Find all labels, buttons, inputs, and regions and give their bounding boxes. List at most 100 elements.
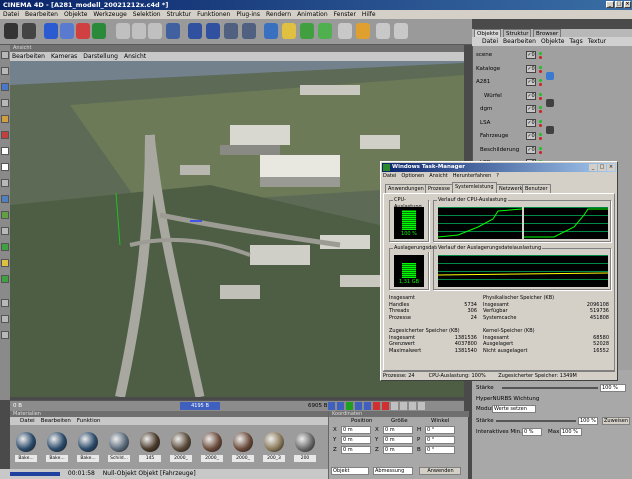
scene-icon[interactable] (338, 23, 352, 39)
tool-workplane-icon[interactable] (1, 243, 9, 251)
timeline[interactable]: 0 B 4195 B 6905 B (10, 400, 464, 411)
tool-edges-icon[interactable] (1, 67, 9, 75)
record-icon[interactable] (373, 402, 380, 410)
visibility-toggle[interactable]: ✓0 (526, 145, 536, 154)
strength-slider[interactable] (502, 387, 598, 389)
deformer-icon[interactable] (318, 23, 332, 39)
minimize-button[interactable]: _ (606, 1, 614, 8)
tool-extra1-icon[interactable] (1, 299, 9, 307)
render-visibility-dot[interactable] (539, 83, 542, 86)
tool-object-icon[interactable] (1, 131, 9, 139)
key-param-icon[interactable] (418, 402, 425, 410)
select-icon[interactable] (44, 23, 58, 39)
editor-visibility-dot[interactable] (539, 52, 542, 55)
menu-item-4[interactable]: Selektion (133, 11, 161, 18)
material-swatch[interactable] (233, 432, 253, 452)
menu-item-8[interactable]: Rendern (266, 11, 291, 18)
tool-model-icon[interactable] (1, 99, 9, 107)
angle-field[interactable]: 0 ° (425, 436, 455, 444)
tab-browser[interactable]: Browser (533, 29, 562, 37)
rotate-icon[interactable] (92, 23, 106, 39)
tm-minimize-button[interactable]: _ (589, 164, 597, 171)
material-swatch[interactable] (295, 432, 315, 452)
play-icon[interactable] (346, 402, 353, 410)
visibility-toggle[interactable]: ✓0 (526, 118, 536, 127)
strength2-slider[interactable] (496, 420, 576, 422)
menu-item-6[interactable]: Funktionen (197, 11, 230, 18)
material-swatch[interactable] (16, 432, 36, 452)
viewport-menu-item-1[interactable]: Kameras (51, 53, 77, 60)
menu-item-1[interactable]: Bearbeiten (25, 11, 58, 18)
texture-tag-icon[interactable] (546, 72, 554, 80)
taskmgr-menu-item-2[interactable]: Ansicht (429, 173, 447, 179)
position-field[interactable]: 0 m (341, 426, 371, 434)
tool-brush-icon[interactable] (1, 259, 9, 267)
help-icon[interactable] (376, 23, 390, 39)
x-axis-icon[interactable] (116, 23, 130, 39)
render-visibility-dot[interactable] (539, 56, 542, 59)
object-row[interactable]: dgm (476, 105, 556, 114)
render-picture-icon[interactable] (206, 23, 220, 39)
coord-mode-select[interactable]: Objekt (331, 467, 369, 475)
texture-tag-icon[interactable] (546, 126, 554, 134)
taskmgr-menu-item-3[interactable]: Herunterfahren (453, 173, 492, 179)
objects-menu-item-1[interactable]: Bearbeiten (503, 38, 536, 45)
material-swatch[interactable] (171, 432, 191, 452)
menu-item-10[interactable]: Fenster (334, 11, 356, 18)
menu-item-0[interactable]: Datei (3, 11, 19, 18)
object-row[interactable]: LSA (476, 119, 556, 128)
object-row[interactable]: Würfel (476, 92, 556, 101)
material-swatch[interactable] (202, 432, 222, 452)
tool-texture-icon[interactable] (1, 115, 9, 123)
render-visibility-dot[interactable] (539, 150, 542, 154)
size-mode-select[interactable]: Abmessung (373, 467, 413, 475)
editor-visibility-dot[interactable] (539, 106, 542, 109)
tab-users[interactable]: Benutzer (522, 184, 551, 193)
menu-item-11[interactable]: Hilfe (362, 11, 376, 18)
autokey-icon[interactable] (382, 402, 389, 410)
objects-menu-item-2[interactable]: Objekte (541, 38, 564, 45)
max-field[interactable]: 100 % (560, 428, 582, 436)
taskmgr-menu-item-0[interactable]: Datei (383, 173, 396, 179)
object-row[interactable]: Beschilderung (476, 146, 556, 155)
tab-objects[interactable]: Objekte (474, 29, 502, 37)
maximize-button[interactable]: □ (615, 1, 623, 8)
viewport-menu-item-3[interactable]: Ansicht (124, 53, 146, 60)
render-visibility-dot[interactable] (539, 96, 542, 100)
editor-visibility-dot[interactable] (539, 79, 542, 82)
tool-checker2-icon[interactable] (1, 163, 9, 171)
menu-item-7[interactable]: Plug-ins (236, 11, 260, 18)
angle-field[interactable]: 0 ° (425, 426, 455, 434)
next-frame-icon[interactable] (355, 402, 362, 410)
angle-field[interactable]: 0 ° (425, 446, 455, 454)
key-rot-icon[interactable] (409, 402, 416, 410)
redo-icon[interactable] (22, 23, 36, 39)
timeline-current[interactable]: 4195 B (180, 402, 220, 410)
visibility-toggle[interactable]: ✓0 (526, 132, 536, 140)
close-button[interactable]: × (624, 1, 631, 8)
menu-item-3[interactable]: Werkzeuge (93, 11, 126, 18)
visibility-toggle[interactable]: ✓0 (526, 78, 536, 86)
render-visibility-dot[interactable] (539, 110, 542, 113)
cube-icon[interactable] (264, 23, 278, 39)
objects-menu-item-3[interactable]: Tags (569, 38, 582, 45)
tab-structure[interactable]: Struktur (503, 29, 532, 37)
position-field[interactable]: 0 m (341, 436, 371, 444)
editor-visibility-dot[interactable] (539, 133, 542, 136)
menu-item-5[interactable]: Struktur (167, 11, 192, 18)
material-swatch[interactable] (78, 432, 98, 452)
visibility-toggle[interactable]: ✓0 (526, 91, 536, 100)
menu-item-2[interactable]: Objekte (64, 11, 87, 18)
material-swatch[interactable] (109, 432, 129, 452)
tool-animation-icon[interactable] (1, 179, 9, 187)
visibility-toggle[interactable]: ✓0 (526, 64, 536, 73)
tm-close-button[interactable]: × (607, 164, 615, 171)
materials-menu-item-2[interactable]: Funktion (77, 418, 101, 424)
render-view-icon[interactable] (188, 23, 202, 39)
light-icon[interactable] (356, 23, 370, 39)
goto-start-icon[interactable] (328, 402, 335, 410)
render-region-icon[interactable] (242, 23, 256, 39)
materials-menu-item-1[interactable]: Bearbeiten (41, 418, 71, 424)
key-pos-icon[interactable] (391, 402, 398, 410)
tool-extra3-icon[interactable] (1, 331, 9, 339)
